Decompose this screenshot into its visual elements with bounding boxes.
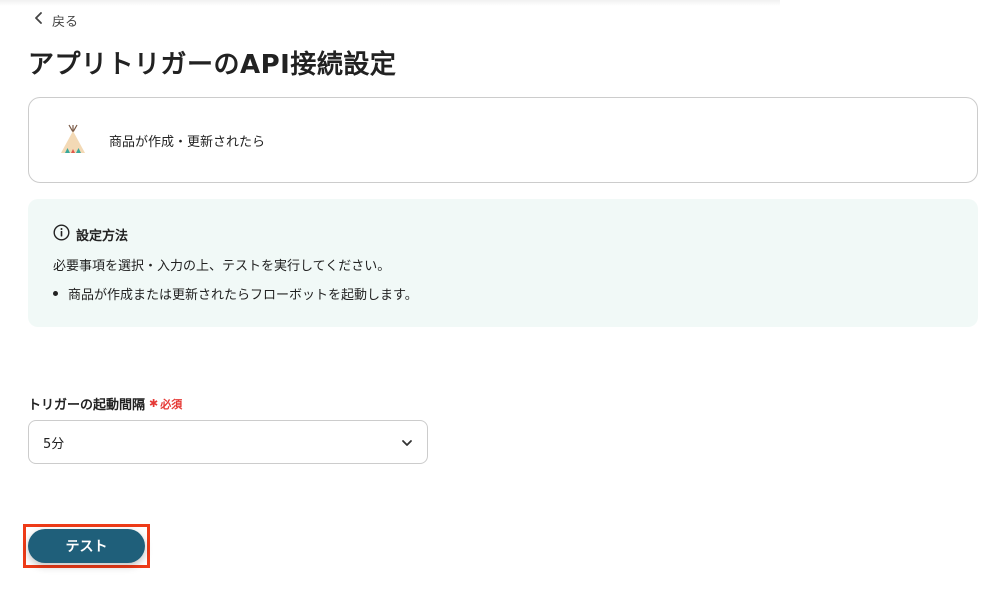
required-label: 必須 <box>160 397 183 411</box>
page-title: アプリトリガーのAPI接続設定 <box>28 50 397 80</box>
interval-select-value: 5分 <box>43 436 65 452</box>
info-item-text: 商品が作成または更新されたらフローボットを起動します。 <box>68 288 418 303</box>
info-description: 必要事項を選択・入力の上、テストを実行してください。 <box>53 259 391 274</box>
info-box: 設定方法 必要事項を選択・入力の上、テストを実行してください。 商品が作成または… <box>28 199 978 327</box>
page: 戻る アプリトリガーのAPI接続設定 商品が作成・更新されたら 設定方法 必要事… <box>0 0 994 592</box>
interval-select[interactable]: 5分 <box>28 420 428 464</box>
back-link-label: 戻る <box>52 14 79 30</box>
interval-field-label: トリガーの起動間隔 ✱ 必須 <box>28 394 182 413</box>
trigger-label: 商品が作成・更新されたら <box>109 135 266 150</box>
chevron-down-icon <box>401 437 413 449</box>
required-badge: ✱ 必須 <box>149 396 182 412</box>
info-icon <box>53 224 70 245</box>
info-list: 商品が作成または更新されたらフローボットを起動します。 <box>53 284 418 303</box>
list-item: 商品が作成または更新されたらフローボットを起動します。 <box>53 284 418 303</box>
chevron-left-icon <box>34 12 44 28</box>
test-button[interactable]: テスト <box>28 529 145 563</box>
asterisk-icon: ✱ <box>149 397 159 410</box>
bullet-icon <box>53 291 58 296</box>
info-heading: 設定方法 <box>76 229 129 244</box>
tent-icon <box>55 122 91 158</box>
interval-label: トリガーの起動間隔 <box>28 398 146 413</box>
back-link[interactable]: 戻る <box>34 10 78 30</box>
trigger-card: 商品が作成・更新されたら <box>28 97 978 183</box>
top-shadow <box>0 0 780 6</box>
info-header: 設定方法 <box>53 224 128 245</box>
